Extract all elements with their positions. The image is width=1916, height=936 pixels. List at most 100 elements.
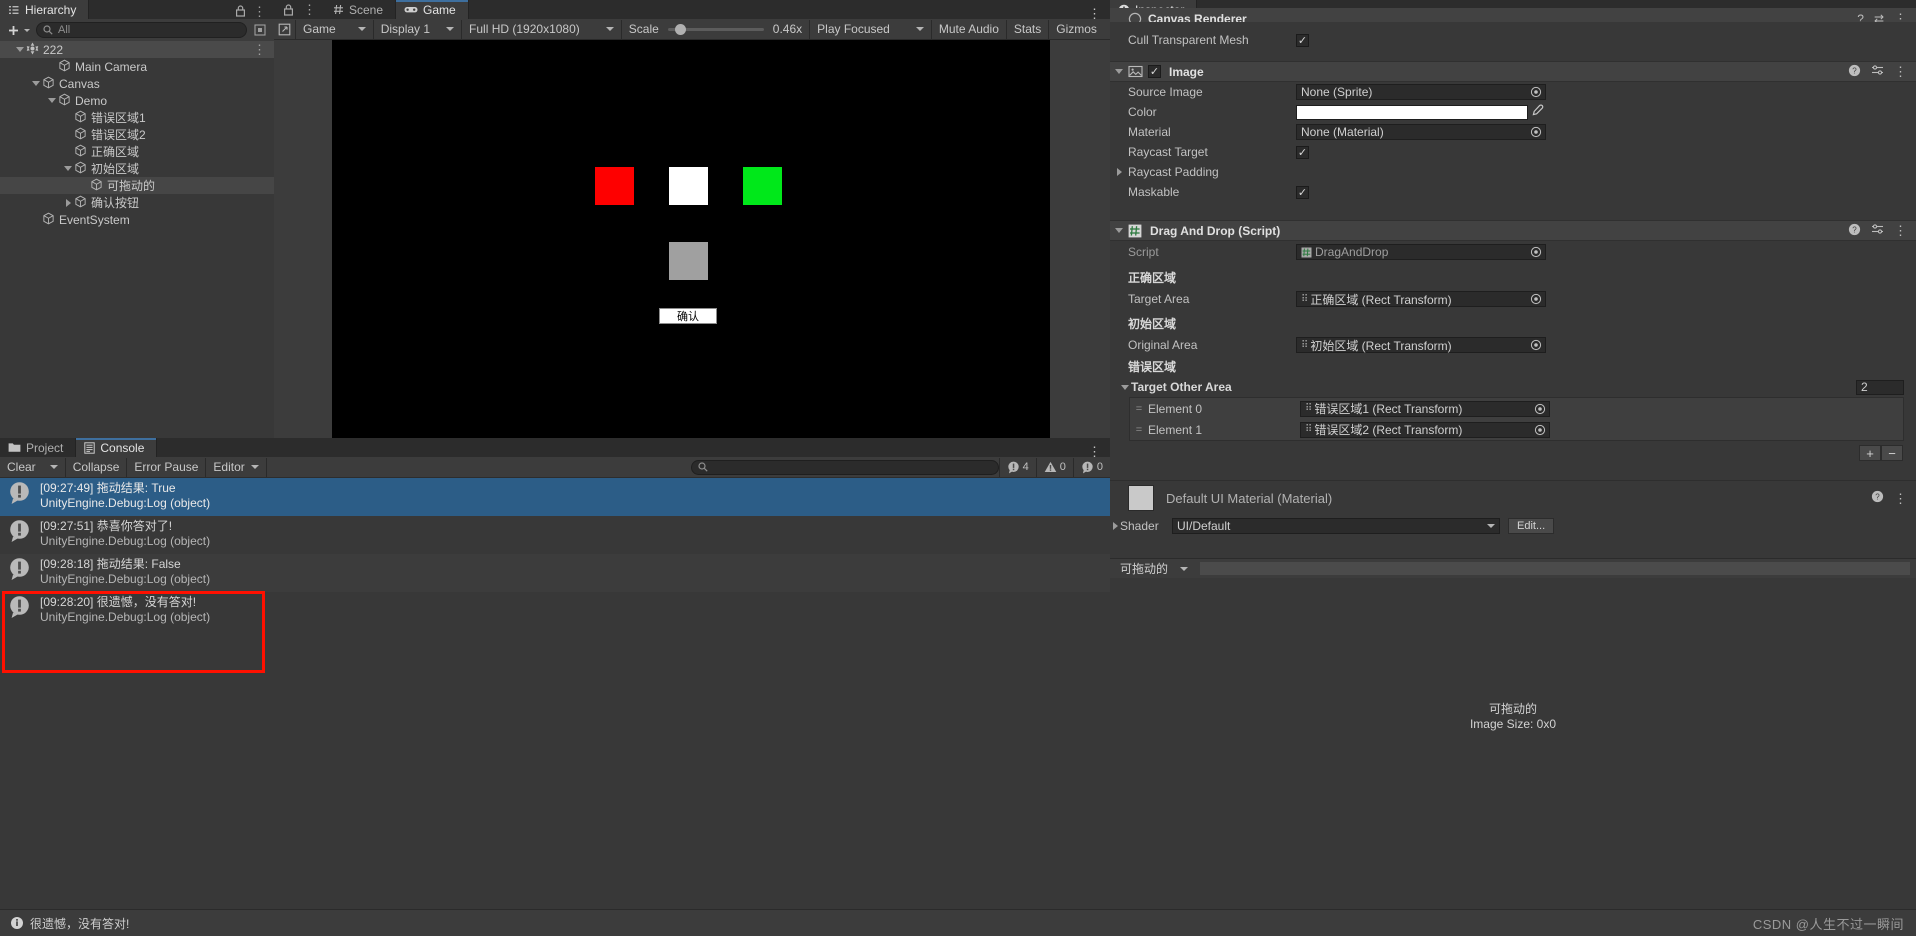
gameview-menu-icon[interactable]: ⋮ bbox=[303, 3, 316, 16]
image-property-row[interactable]: Source Image None (Sprite) bbox=[1110, 82, 1916, 102]
help-icon[interactable]: ? bbox=[1848, 64, 1861, 80]
array-element-field[interactable]: ⠿ 错误区域1 (Rect Transform) bbox=[1300, 400, 1550, 417]
tab-project[interactable]: Project bbox=[0, 438, 77, 457]
image-enabled-checkbox[interactable]: ✓ bbox=[1148, 65, 1161, 78]
hierarchy-item-0[interactable]: 222 ⋮ bbox=[0, 41, 274, 58]
create-object-button[interactable] bbox=[4, 24, 33, 37]
image-property-row[interactable]: Maskable ✓ bbox=[1110, 182, 1916, 202]
preset-icon[interactable] bbox=[1871, 223, 1884, 238]
hierarchy-item-5[interactable]: 错误区域2 bbox=[0, 126, 274, 143]
hierarchy-tree[interactable]: 222 ⋮ Main Camera Canvas Demo 错误区域1 错误区域2 正确区域初… bbox=[0, 41, 274, 228]
array-foldout-arrow[interactable] bbox=[1119, 384, 1131, 390]
preset-icon[interactable]: ⇄ bbox=[1874, 12, 1884, 23]
shader-row[interactable]: Shader UI/Default Edit... bbox=[1110, 515, 1916, 537]
component-menu-icon[interactable]: ⋮ bbox=[1894, 65, 1907, 78]
scale-slider[interactable]: Scale 0.46x bbox=[622, 19, 811, 39]
gray-square[interactable] bbox=[669, 242, 708, 280]
image-property-row[interactable]: Color bbox=[1110, 102, 1916, 122]
hierarchy-menu-icon[interactable]: ⋮ bbox=[253, 5, 266, 18]
error-pause-button[interactable]: Error Pause bbox=[127, 457, 207, 477]
hierarchy-item-10[interactable]: EventSystem bbox=[0, 211, 274, 228]
image-property-row[interactable]: Raycast Padding bbox=[1110, 162, 1916, 182]
array-element-row[interactable]: = Element 0 ⠿ 错误区域1 (Rect Transform) bbox=[1130, 398, 1903, 419]
canvas-renderer-header-clipped[interactable]: Canvas Renderer ? ⇄ ⋮ bbox=[1110, 8, 1916, 22]
white-square[interactable] bbox=[669, 167, 708, 205]
hierarchy-item-1[interactable]: Main Camera bbox=[0, 58, 274, 75]
preview-header[interactable]: 可拖动的 bbox=[1110, 558, 1916, 578]
lock-icon[interactable] bbox=[283, 3, 294, 16]
console-log-entry[interactable]: [09:27:51] 恭喜你答对了! UnityEngine.Debug:Log … bbox=[0, 516, 1110, 554]
collapse-arrow-icon[interactable] bbox=[65, 198, 71, 207]
console-log-list[interactable]: [09:27:49] 拖动结果: True UnityEngine.Debug:L… bbox=[0, 478, 1110, 630]
stats-button[interactable]: Stats bbox=[1007, 19, 1050, 39]
preview-drag-bar[interactable] bbox=[1200, 562, 1910, 575]
green-square[interactable] bbox=[743, 167, 782, 205]
component-menu-icon[interactable]: ⋮ bbox=[1894, 224, 1907, 237]
expand-arrow-icon[interactable] bbox=[32, 81, 40, 86]
shader-dropdown[interactable]: UI/Default bbox=[1172, 518, 1500, 534]
remove-element-button[interactable]: − bbox=[1881, 445, 1903, 461]
maximize-on-play-icon[interactable] bbox=[274, 19, 296, 39]
object-picker-icon[interactable] bbox=[1529, 338, 1543, 352]
component-menu-icon[interactable]: ⋮ bbox=[1894, 492, 1907, 505]
tab-scene[interactable]: Scene bbox=[325, 0, 397, 19]
play-mode-dropdown[interactable]: Play Focused bbox=[810, 19, 932, 39]
drag-handle-icon[interactable]: = bbox=[1130, 424, 1148, 436]
image-object-field[interactable]: None (Material) bbox=[1296, 124, 1546, 140]
scale-slider-knob[interactable] bbox=[675, 23, 687, 35]
object-picker-icon[interactable] bbox=[1529, 245, 1543, 259]
image-property-row[interactable]: Raycast Target ✓ bbox=[1110, 142, 1916, 162]
raycast-padding-foldout-arrow[interactable] bbox=[1110, 168, 1128, 176]
image-foldout-arrow[interactable] bbox=[1110, 69, 1128, 74]
image-checkbox[interactable]: ✓ bbox=[1296, 145, 1309, 159]
view-mode-dropdown[interactable]: Game bbox=[296, 19, 374, 39]
drag-handle-icon[interactable]: = bbox=[1130, 403, 1148, 415]
hierarchy-item-6[interactable]: 正确区域 bbox=[0, 143, 274, 160]
help-icon[interactable]: ? bbox=[1871, 490, 1884, 506]
array-element-field[interactable]: ⠿ 错误区域2 (Rect Transform) bbox=[1300, 421, 1550, 438]
collapse-button[interactable]: Collapse bbox=[66, 457, 128, 477]
hierarchy-item-7[interactable]: 初始区域 bbox=[0, 160, 274, 177]
cull-transparent-mesh-checkbox[interactable]: ✓ bbox=[1296, 33, 1309, 47]
clear-dropdown[interactable] bbox=[43, 457, 66, 477]
create-dropdown-icon[interactable] bbox=[24, 28, 30, 32]
group-reference-row[interactable]: Original Area ⠿ 初始区域 (Rect Transform) bbox=[1110, 335, 1916, 355]
image-object-field[interactable]: None (Sprite) bbox=[1296, 84, 1546, 100]
log-count[interactable]: 4 bbox=[998, 457, 1036, 477]
cull-transparent-mesh-row[interactable]: Cull Transparent Mesh ✓ bbox=[1110, 30, 1916, 50]
hierarchy-item-8[interactable]: 可拖动的 bbox=[0, 177, 274, 194]
confirm-button[interactable]: 确认 bbox=[659, 308, 717, 324]
object-picker-icon[interactable] bbox=[1529, 85, 1543, 99]
group-reference-field[interactable]: ⠿ 正确区域 (Rect Transform) bbox=[1296, 291, 1546, 307]
component-menu-icon[interactable]: ⋮ bbox=[1894, 12, 1907, 22]
expand-arrow-icon[interactable] bbox=[64, 166, 72, 171]
hierarchy-item-3[interactable]: Demo bbox=[0, 92, 274, 109]
hierarchy-item-2[interactable]: Canvas bbox=[0, 75, 274, 92]
image-color-field[interactable] bbox=[1296, 104, 1528, 120]
material-header-row[interactable]: Default UI Material (Material) ? ⋮ bbox=[1110, 481, 1916, 515]
shader-edit-button[interactable]: Edit... bbox=[1508, 518, 1555, 534]
script-component-header[interactable]: Drag And Drop (Script) ? ⋮ bbox=[1110, 220, 1916, 241]
warning-count[interactable]: 0 bbox=[1035, 457, 1073, 477]
mute-audio-button[interactable]: Mute Audio bbox=[932, 19, 1007, 39]
help-icon[interactable]: ? bbox=[1857, 12, 1864, 23]
tab-hierarchy[interactable]: Hierarchy bbox=[0, 0, 90, 19]
script-field-value[interactable]: DragAndDrop bbox=[1296, 244, 1546, 260]
script-field-row[interactable]: Script DragAndDrop bbox=[1110, 241, 1916, 263]
chevron-down-icon[interactable] bbox=[1180, 566, 1189, 571]
display-dropdown[interactable]: Display 1 bbox=[374, 19, 463, 39]
object-picker-icon[interactable] bbox=[1533, 423, 1547, 437]
image-checkbox[interactable]: ✓ bbox=[1296, 185, 1309, 199]
console-log-entry[interactable]: [09:28:18] 拖动结果: False UnityEngine.Debug:… bbox=[0, 554, 1110, 592]
shader-foldout-arrow[interactable] bbox=[1110, 522, 1120, 530]
status-message[interactable]: 很遗憾，没有答对! bbox=[0, 915, 129, 932]
group-reference-field[interactable]: ⠿ 初始区域 (Rect Transform) bbox=[1296, 337, 1546, 353]
image-property-row[interactable]: Material None (Material) bbox=[1110, 122, 1916, 142]
hierarchy-item-9[interactable]: 确认按钮 bbox=[0, 194, 274, 211]
add-element-button[interactable]: + bbox=[1859, 445, 1881, 461]
console-search-input[interactable] bbox=[690, 459, 999, 475]
object-picker-icon[interactable] bbox=[1529, 125, 1543, 139]
hierarchy-item-4[interactable]: 错误区域1 bbox=[0, 109, 274, 126]
lock-icon[interactable] bbox=[235, 5, 246, 17]
eyedropper-icon[interactable] bbox=[1528, 104, 1546, 120]
